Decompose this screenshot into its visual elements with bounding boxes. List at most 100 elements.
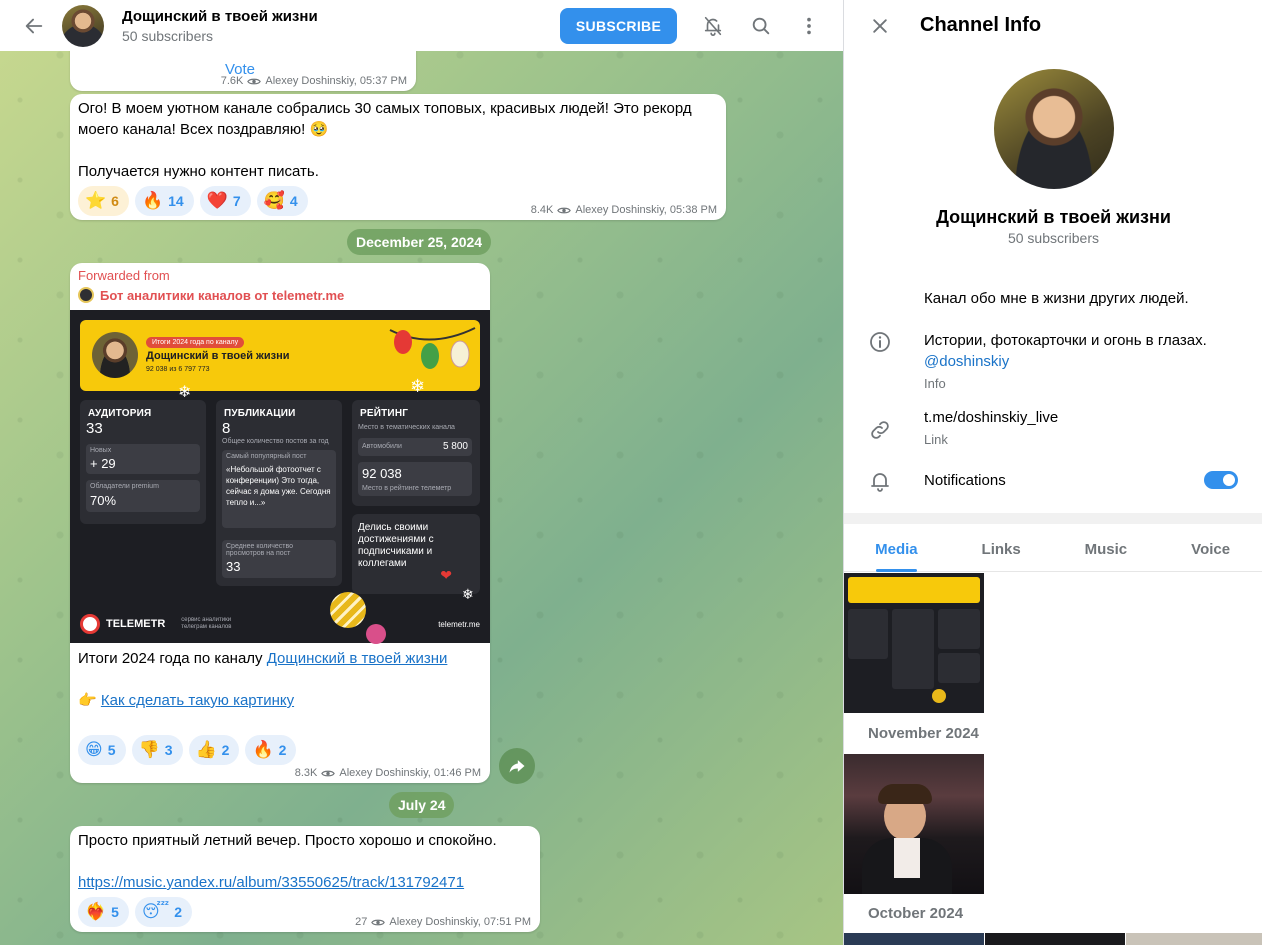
reaction-fire[interactable]: 🔥 14	[134, 186, 194, 216]
popular-post-box: Самый популярный пост «Небольшой фотоотч…	[222, 450, 336, 528]
month-label: November 2024	[868, 725, 979, 742]
username-link[interactable]: @doshinskiy	[924, 353, 1009, 370]
promo-avatar	[92, 332, 138, 378]
info-header: Channel Info	[844, 0, 1262, 51]
views-count: 8.4K	[530, 204, 554, 216]
rating-category-value: 5 800	[442, 441, 468, 452]
premium-value: 70%	[90, 493, 117, 508]
reaction-star[interactable]: ⭐ 6	[78, 186, 129, 216]
message-meta: 27 Alexey Doshinskiy, 07:51 PM	[355, 916, 531, 928]
info-icon	[870, 332, 890, 352]
telemetr-brand: TELEMETR сервис аналитики телеграм канал…	[80, 614, 237, 634]
subscribe-button[interactable]: SUBSCRIBE	[560, 7, 677, 44]
new-subs-value: + 29	[90, 456, 116, 471]
telemetr-brand-name: TELEMETR	[106, 618, 166, 630]
message-record[interactable]: Ого! В моем уютном канале собрались 30 с…	[70, 94, 726, 220]
premium-label: Обладатели premium	[90, 483, 159, 490]
message-meta: 8.4K Alexey Doshinskiy, 05:38 PM	[531, 204, 717, 216]
media-thumb[interactable]	[844, 573, 984, 713]
share-arrow-icon	[509, 760, 525, 773]
media-thumb[interactable]	[844, 754, 984, 894]
author-time: Alexey Doshinskiy, 05:38 PM	[575, 204, 717, 216]
how-to-link[interactable]: Как сделать такую картинку	[101, 692, 294, 709]
tab-links[interactable]: Links	[949, 524, 1054, 571]
media-thumb[interactable]	[1126, 933, 1262, 945]
forwarded-label: Forwarded from	[78, 268, 170, 283]
chat-title-block[interactable]: Дощинский в твоей жизни 50 subscribers	[122, 8, 560, 44]
eye-icon	[247, 78, 262, 84]
reaction-love-face[interactable]: 🥰 4	[256, 186, 308, 216]
arrow-left-icon	[25, 18, 43, 33]
forward-button[interactable]	[499, 748, 535, 784]
chat-area[interactable]: Дощинский в твоей жизни 50 subscribers S…	[0, 0, 843, 945]
notifications-toggle[interactable]	[1204, 471, 1238, 489]
reaction-count: 4	[289, 193, 298, 209]
avg-views-box: Среднее количество просмотров на пост 33	[222, 540, 336, 578]
message-text: Ого! В моем уютном канале собрались 30 с…	[78, 100, 692, 138]
love-face-reaction-icon: 🥰	[263, 191, 285, 210]
forwarded-message[interactable]: Forwarded from Бот аналитики каналов от …	[70, 263, 490, 783]
publications-card: ПУБЛИКАЦИИ 8 Общее количество постов за …	[216, 400, 342, 586]
channel-info-panel: Channel Info Дощинский в твоей жизни 50 …	[843, 0, 1262, 945]
reaction-sleepy[interactable]: 😴 2	[134, 897, 193, 927]
tab-voice[interactable]: Voice	[1158, 524, 1262, 571]
media-thumb[interactable]	[985, 933, 1125, 945]
more-button[interactable]	[789, 6, 829, 46]
message-record[interactable]: Просто приятный летний вечер. Просто хор…	[70, 826, 540, 932]
close-button[interactable]	[860, 6, 900, 46]
reaction-grin[interactable]: 😁 5	[78, 735, 126, 765]
reaction-heart[interactable]: ❤️ 7	[199, 186, 251, 216]
reaction-fire[interactable]: 🔥 2	[245, 735, 297, 765]
publications-title: ПУБЛИКАЦИИ	[224, 408, 296, 419]
channel-avatar-large[interactable]	[994, 69, 1114, 189]
chat-header: Дощинский в твоей жизни 50 subscribers S…	[0, 0, 843, 51]
reaction-thumbs-down[interactable]: 👎 3	[131, 735, 183, 765]
music-link[interactable]: https://music.yandex.ru/album/33550625/t…	[78, 874, 464, 891]
rating-card: РЕЙТИНГ Место в тематических канала Авто…	[352, 400, 480, 506]
fire-reaction-icon: 🔥	[252, 740, 274, 759]
link-row[interactable]: t.me/doshinskiy_live Link	[924, 407, 1254, 450]
thumbs-down-reaction-icon: 👎	[138, 740, 160, 759]
ornament-small-icon	[366, 624, 386, 644]
fire-reaction-icon: 🔥	[141, 191, 164, 210]
info-row[interactable]: Истории, фотокарточки и огонь в глазах. …	[924, 330, 1254, 394]
tab-media[interactable]: Media	[844, 524, 949, 572]
garland-decoration-icon	[389, 327, 476, 369]
media-thumb[interactable]	[844, 933, 984, 945]
reactions-bar: 😁 5 👎 3 👍 2 🔥 2	[78, 735, 297, 765]
telemetr-summary-image[interactable]: Итоги 2024 года по каналу Дощинский в тв…	[70, 310, 490, 644]
reactions-bar: ❤️‍🔥 5 😴 2	[78, 897, 193, 927]
popular-post-label: Самый популярный пост	[226, 453, 307, 460]
snowflake-icon-2: ❄	[410, 376, 426, 396]
channel-avatar[interactable]	[62, 4, 104, 47]
search-button[interactable]	[741, 6, 781, 46]
close-icon	[873, 18, 887, 33]
new-subs-box: Новых + 29	[86, 444, 200, 474]
forward-source[interactable]: Бот аналитики каналов от telemetr.me	[78, 287, 344, 303]
link-icon	[871, 421, 889, 439]
mute-button[interactable]	[693, 6, 733, 46]
reaction-heart-fire[interactable]: ❤️‍🔥 5	[78, 897, 129, 927]
channel-description: Канал обо мне в жизни других людей.	[924, 288, 1254, 309]
date-separator: July 24	[389, 792, 455, 818]
share-card: Делись своими достижениями с подписчикам…	[352, 514, 480, 594]
tab-music[interactable]: Music	[1054, 524, 1159, 571]
reactions-bar: ⭐ 6 🔥 14 ❤️ 7 🥰 4	[78, 186, 308, 216]
reaction-count: 2	[278, 742, 287, 758]
search-icon	[752, 17, 770, 34]
reaction-count: 2	[174, 904, 183, 920]
reaction-thumbs-up[interactable]: 👍 2	[188, 735, 240, 765]
channel-link[interactable]: Дощинский в твоей жизни	[267, 650, 448, 667]
rating-total: 92 038	[362, 466, 402, 481]
info-caption: Info	[924, 376, 946, 391]
views-count: 27	[355, 916, 368, 928]
chat-subtitle: 50 subscribers	[122, 27, 214, 44]
date-separator: December 25, 2024	[347, 229, 492, 255]
back-button[interactable]	[14, 6, 54, 46]
chat-title: Дощинский в твоей жизни	[122, 7, 318, 25]
thumbs-up-reaction-icon: 👍	[195, 740, 217, 759]
views-count: 7.6K	[220, 75, 244, 87]
share-text: Делись своими достижениями с подписчикам…	[358, 522, 434, 569]
telemetr-site: telemetr.me	[438, 620, 480, 629]
sleepy-reaction-icon: 😴	[141, 902, 170, 921]
